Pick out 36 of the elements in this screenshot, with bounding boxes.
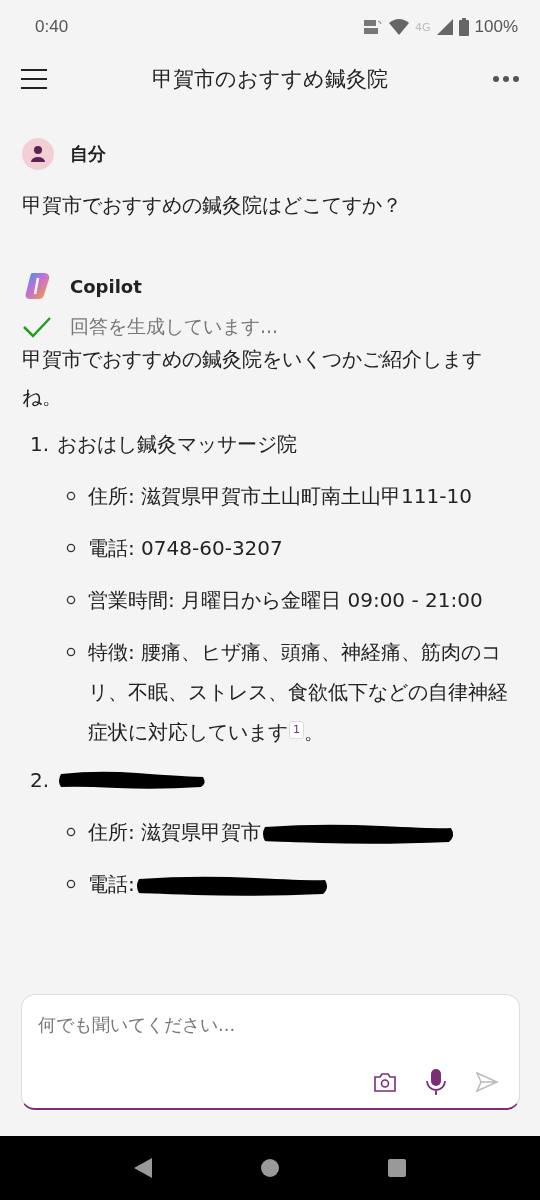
author-name: Copilot: [70, 275, 142, 297]
author-name: 自分: [70, 142, 106, 166]
list-number: 2.: [30, 768, 50, 792]
menu-icon[interactable]: [20, 68, 48, 90]
answer-intro: 甲賀市でおすすめの鍼灸院をいくつかご紹介しますね。: [22, 346, 483, 411]
status-time: 0:40: [35, 17, 69, 37]
bullet-icon: [66, 827, 76, 837]
bullet-icon: [66, 595, 76, 605]
microphone-icon[interactable]: [425, 1068, 447, 1096]
recents-icon[interactable]: [386, 1158, 407, 1178]
chat-title: 甲賀市のおすすめ鍼灸院: [152, 66, 388, 93]
back-icon[interactable]: [133, 1157, 154, 1179]
user-message: 甲賀市でおすすめの鍼灸院はどこてすか？: [22, 192, 403, 219]
avatar-icon: [22, 138, 54, 170]
bullet-icon: [66, 647, 76, 657]
list-number: 1.: [30, 432, 50, 456]
detail-text: 電話: 0748-60-3207: [88, 535, 283, 562]
wifi-icon: [389, 19, 409, 35]
detail-text: 住所: 滋賀県甲賀市: [88, 812, 457, 852]
bullet-icon: [66, 543, 76, 553]
detail-text: 電話:: [88, 864, 330, 904]
network-type: 4G: [415, 20, 431, 34]
signal-icon: [436, 19, 453, 35]
clinic-name: おおはし鍼灸マッサージ院: [57, 430, 298, 458]
bullet-icon: [66, 491, 76, 501]
message-input[interactable]: 何でも聞いてください...: [21, 994, 520, 1110]
home-icon[interactable]: [260, 1158, 280, 1178]
battery-level: 100%: [474, 17, 518, 37]
bullet-icon: [66, 879, 76, 889]
battery-icon: [458, 18, 469, 36]
more-icon[interactable]: [492, 75, 520, 83]
citation-badge[interactable]: 1: [289, 721, 304, 739]
camera-icon[interactable]: [373, 1071, 397, 1093]
detail-text: 営業時間: 月曜日から金曜日 09:00 - 21:00: [88, 587, 483, 614]
generating-status: 回答を生成しています...: [70, 314, 279, 339]
detail-text: 住所: 滋賀県甲賀市土山町南土山甲111-10: [88, 483, 472, 510]
